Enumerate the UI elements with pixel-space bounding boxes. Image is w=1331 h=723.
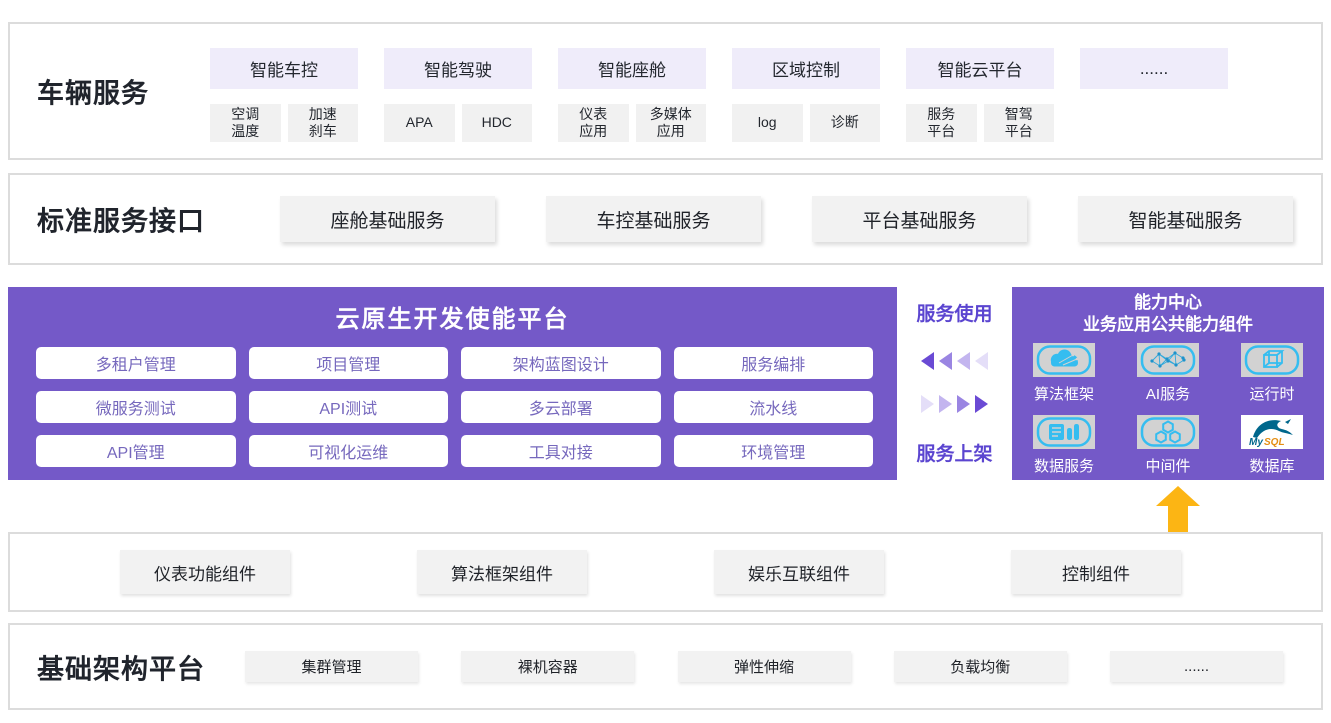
service-group-ellipsis: ...... — [1080, 48, 1228, 142]
capability-title: 能力中心 业务应用公共能力组件 — [1012, 292, 1324, 336]
service-group-smart-driving: 智能驾驶 APA HDC — [384, 48, 532, 142]
platform-feature: API管理 — [36, 435, 236, 467]
interface-item: 平台基础服务 — [812, 196, 1027, 242]
platform-feature: 环境管理 — [674, 435, 874, 467]
up-arrow-icon — [1156, 486, 1200, 532]
cube-icon — [1241, 343, 1303, 377]
service-group-zone-control: 区域控制 log 诊断 — [732, 48, 880, 142]
platform-feature: API测试 — [249, 391, 449, 423]
cloud-icon — [1033, 343, 1095, 377]
platform-feature: 流水线 — [674, 391, 874, 423]
sub-service: APA — [384, 104, 455, 142]
infrastructure-items: 集群管理 裸机容器 弹性伸缩 负载均衡 ...... — [245, 625, 1283, 708]
component-item: 算法框架组件 — [417, 550, 587, 594]
platform-feature: 架构蓝图设计 — [461, 347, 661, 379]
service-publish-label: 服务上架 — [916, 439, 992, 466]
capability-label: 数据服务 — [1034, 455, 1094, 476]
interface-item: 智能基础服务 — [1078, 196, 1293, 242]
service-group-smart-cockpit: 智能座舱 仪表 应用 多媒体 应用 — [558, 48, 706, 142]
group-header: ...... — [1080, 48, 1228, 89]
vehicle-services-section: 车辆服务 智能车控 空调 温度 加速 刹车 智能驾驶 APA HDC 智能座舱 … — [8, 22, 1323, 160]
function-components-section: 仪表功能组件 算法框架组件 娱乐互联组件 控制组件 — [8, 532, 1323, 612]
capability-item-algorithm: 算法框架 — [1012, 343, 1116, 404]
vehicle-service-groups: 智能车控 空调 温度 加速 刹车 智能驾驶 APA HDC 智能座舱 仪表 应用… — [210, 48, 1228, 142]
hexagons-icon — [1137, 415, 1199, 449]
sub-service: 仪表 应用 — [558, 104, 629, 142]
cloud-native-platform-section: 云原生开发使能平台 多租户管理 项目管理 架构蓝图设计 服务编排 微服务测试 A… — [8, 287, 897, 480]
service-group-smart-cloud: 智能云平台 服务 平台 智驾 平台 — [906, 48, 1054, 142]
interface-items: 座舱基础服务 车控基础服务 平台基础服务 智能基础服务 — [280, 175, 1293, 263]
capability-label: 中间件 — [1145, 455, 1190, 476]
service-use-label: 服务使用 — [916, 299, 992, 326]
group-header: 区域控制 — [732, 48, 880, 89]
neural-network-icon — [1137, 343, 1199, 377]
infrastructure-section: 基础架构平台 集群管理 裸机容器 弹性伸缩 负载均衡 ...... — [8, 623, 1323, 710]
group-header: 智能驾驶 — [384, 48, 532, 89]
mysql-logo: My SQL — [1241, 415, 1303, 449]
standard-interface-section: 标准服务接口 座舱基础服务 车控基础服务 平台基础服务 智能基础服务 — [8, 173, 1323, 265]
capability-center-section: 能力中心 业务应用公共能力组件 算法框架 — [1012, 287, 1324, 480]
component-item: 控制组件 — [1011, 550, 1181, 594]
arrows-right-icon — [921, 395, 988, 413]
data-doc-icon — [1033, 415, 1095, 449]
capability-item-ai: AI服务 — [1116, 343, 1220, 404]
vehicle-services-title: 车辆服务 — [37, 72, 149, 111]
infrastructure-item: 负载均衡 — [894, 651, 1067, 682]
sub-service: HDC — [462, 104, 533, 142]
platform-feature-grid: 多租户管理 项目管理 架构蓝图设计 服务编排 微服务测试 API测试 多云部署 … — [36, 347, 873, 467]
platform-feature: 微服务测试 — [36, 391, 236, 423]
sub-service: 诊断 — [810, 104, 881, 142]
interface-item: 车控基础服务 — [546, 196, 761, 242]
interface-item: 座舱基础服务 — [280, 196, 495, 242]
group-header: 智能云平台 — [906, 48, 1054, 89]
capability-label: 数据库 — [1249, 455, 1294, 476]
platform-feature: 服务编排 — [674, 347, 874, 379]
svg-text:SQL: SQL — [1264, 437, 1285, 448]
capability-item-database: My SQL 数据库 — [1220, 415, 1324, 476]
infrastructure-item: 弹性伸缩 — [678, 651, 851, 682]
capability-title-line1: 能力中心 — [1012, 292, 1324, 314]
svg-text:My: My — [1249, 437, 1263, 448]
infrastructure-item: 裸机容器 — [461, 651, 634, 682]
capability-item-runtime: 运行时 — [1220, 343, 1324, 404]
sub-service: log — [732, 104, 803, 142]
component-items: 仪表功能组件 算法框架组件 娱乐互联组件 控制组件 — [120, 534, 1181, 610]
component-item: 仪表功能组件 — [120, 550, 290, 594]
service-group-vehicle-control: 智能车控 空调 温度 加速 刹车 — [210, 48, 358, 142]
sub-service: 智驾 平台 — [984, 104, 1055, 142]
platform-feature: 可视化运维 — [249, 435, 449, 467]
capability-label: 算法框架 — [1034, 383, 1094, 404]
sub-service: 多媒体 应用 — [636, 104, 707, 142]
capability-item-data-service: 数据服务 — [1012, 415, 1116, 476]
infrastructure-item: ...... — [1110, 651, 1283, 682]
service-transfer-column: 服务使用 服务上架 — [897, 287, 1012, 480]
infrastructure-title: 基础架构平台 — [37, 647, 205, 686]
capability-label: 运行时 — [1249, 383, 1294, 404]
architecture-diagram: 车辆服务 智能车控 空调 温度 加速 刹车 智能驾驶 APA HDC 智能座舱 … — [0, 0, 1331, 723]
capability-label: AI服务 — [1146, 383, 1190, 404]
infrastructure-item: 集群管理 — [245, 651, 418, 682]
capability-title-line2: 业务应用公共能力组件 — [1012, 314, 1324, 336]
platform-feature: 工具对接 — [461, 435, 661, 467]
platform-feature: 多云部署 — [461, 391, 661, 423]
sub-service: 加速 刹车 — [288, 104, 359, 142]
component-item: 娱乐互联组件 — [714, 550, 884, 594]
platform-feature: 多租户管理 — [36, 347, 236, 379]
platform-title: 云原生开发使能平台 — [8, 299, 897, 334]
group-header: 智能车控 — [210, 48, 358, 89]
sub-service: 空调 温度 — [210, 104, 281, 142]
group-header: 智能座舱 — [558, 48, 706, 89]
standard-interface-title: 标准服务接口 — [37, 200, 205, 239]
capability-item-middleware: 中间件 — [1116, 415, 1220, 476]
sub-service: 服务 平台 — [906, 104, 977, 142]
capability-grid: 算法框架 AI服务 — [1012, 343, 1324, 476]
arrows-left-icon — [921, 352, 988, 370]
platform-feature: 项目管理 — [249, 347, 449, 379]
